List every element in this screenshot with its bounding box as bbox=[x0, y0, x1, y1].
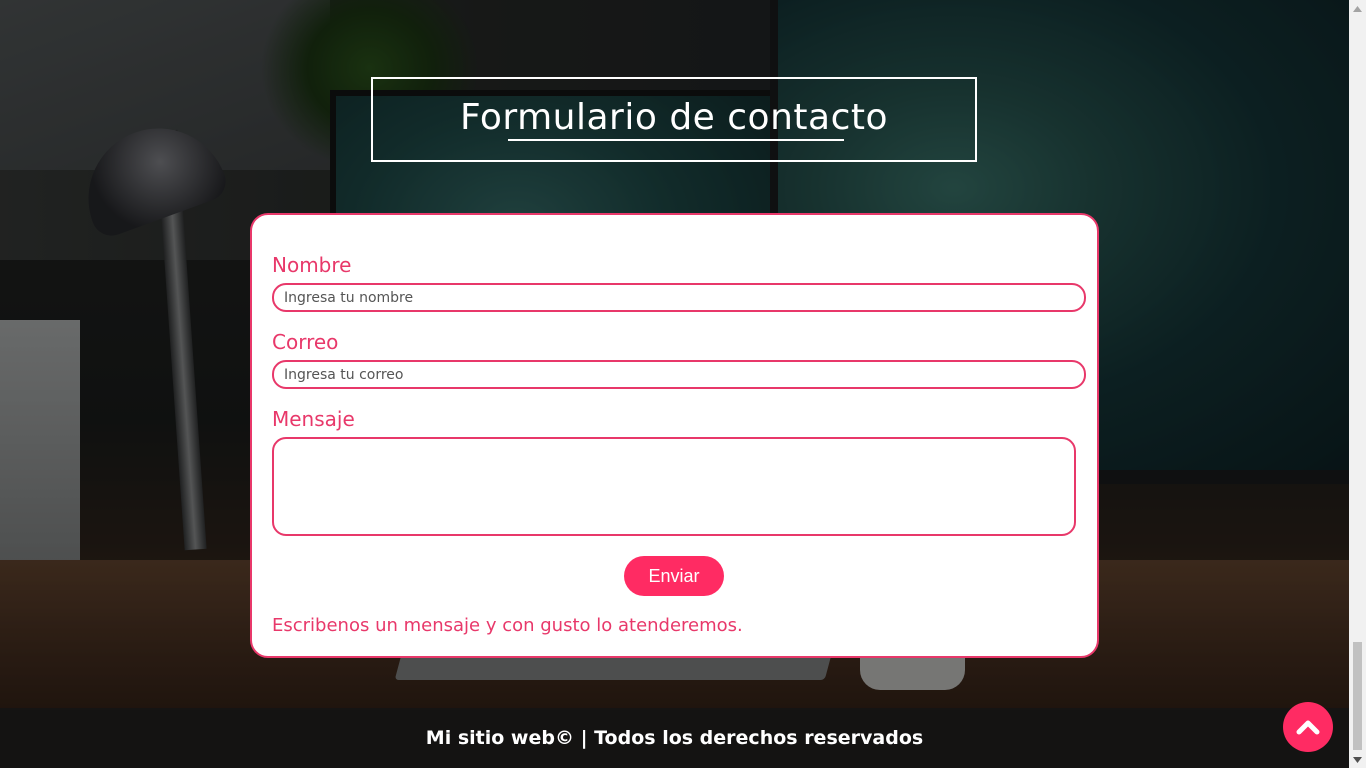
name-label: Nombre bbox=[272, 253, 352, 277]
email-input[interactable] bbox=[272, 360, 1086, 389]
footer: Mi sitio web© | Todos los derechos reser… bbox=[0, 708, 1349, 768]
name-input[interactable] bbox=[272, 283, 1086, 312]
form-footnote: Escribenos un mensaje y con gusto lo ate… bbox=[272, 615, 743, 636]
back-to-top-button[interactable] bbox=[1283, 702, 1333, 752]
contact-form: Nombre Correo Mensaje Enviar Escribenos … bbox=[250, 213, 1099, 658]
title-underline bbox=[508, 139, 844, 141]
message-label: Mensaje bbox=[272, 407, 355, 431]
footer-text: Mi sitio web© | Todos los derechos reser… bbox=[425, 727, 924, 749]
vertical-scrollbar[interactable] bbox=[1349, 0, 1366, 768]
message-textarea[interactable] bbox=[272, 437, 1076, 536]
scroll-up-arrow-icon[interactable] bbox=[1349, 0, 1366, 17]
scrollbar-thumb[interactable] bbox=[1353, 642, 1362, 750]
scroll-down-arrow-icon[interactable] bbox=[1349, 751, 1366, 768]
send-button[interactable]: Enviar bbox=[624, 556, 724, 596]
chevron-up-icon bbox=[1296, 720, 1320, 735]
page-title-box: Formulario de contacto bbox=[371, 77, 977, 162]
email-label: Correo bbox=[272, 330, 339, 354]
page-title: Formulario de contacto bbox=[459, 97, 889, 138]
